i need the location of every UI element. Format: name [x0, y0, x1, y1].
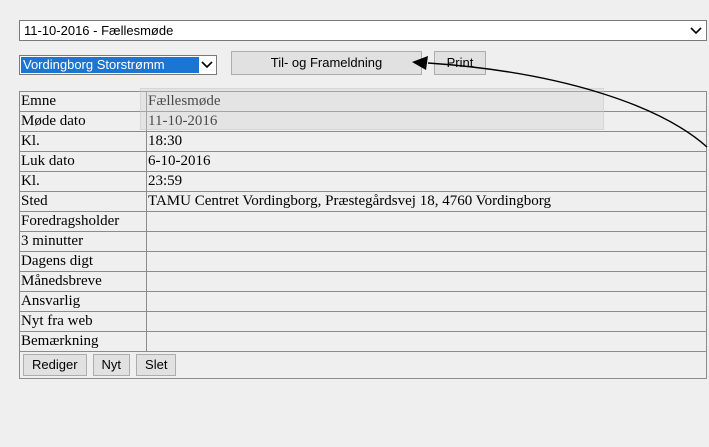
row-label: Kl.: [19, 131, 147, 152]
row-value: [146, 311, 707, 332]
row-label: Ansvarlig: [19, 291, 147, 312]
print-button[interactable]: Print: [434, 51, 486, 75]
table-row: Kl. 18:30: [19, 131, 707, 152]
row-label: Foredragsholder: [19, 211, 147, 232]
row-value: 18:30: [146, 131, 707, 152]
new-button[interactable]: Nyt: [92, 354, 131, 376]
row-label: 3 minutter: [19, 231, 147, 252]
location-select-value: Vordingborg Storstrømm: [21, 57, 199, 73]
row-label: Emne: [19, 91, 147, 112]
row-value: 6-10-2016: [146, 151, 707, 172]
table-row: Rediger Nyt Slet: [19, 351, 707, 379]
table-row: Nyt fra web: [19, 311, 707, 332]
row-label: Dagens digt: [19, 251, 147, 272]
edit-button[interactable]: Rediger: [23, 354, 87, 376]
table-row: Luk dato 6-10-2016: [19, 151, 707, 172]
table-row: Ansvarlig: [19, 291, 707, 312]
meeting-select[interactable]: 11-10-2016 - Fællesmøde: [19, 20, 707, 41]
row-value: TAMU Centret Vordingborg, Præstegårdsvej…: [146, 191, 707, 212]
row-label: Luk dato: [19, 151, 147, 172]
row-label: Bemærkning: [19, 331, 147, 352]
row-label: Kl.: [19, 171, 147, 192]
table-row: Månedsbreve: [19, 271, 707, 292]
table-row: Foredragsholder: [19, 211, 707, 232]
table-row: Bemærkning: [19, 331, 707, 352]
row-value: [146, 291, 707, 312]
row-value: [146, 251, 707, 272]
row-value: [146, 231, 707, 252]
table-row: 3 minutter: [19, 231, 707, 252]
table-row: Møde dato 11-10-2016: [19, 111, 707, 132]
meeting-select-value: 11-10-2016 - Fællesmøde: [24, 23, 174, 38]
chevron-down-icon: [199, 56, 215, 74]
meeting-details-table: Emne Fællesmøde Møde dato 11-10-2016 Kl.…: [19, 91, 707, 379]
table-row: Emne Fællesmøde: [19, 91, 707, 112]
table-row: Kl. 23:59: [19, 171, 707, 192]
row-value: Fællesmøde: [146, 91, 707, 112]
row-value: 11-10-2016: [146, 111, 707, 132]
row-label: Møde dato: [19, 111, 147, 132]
row-value: [146, 271, 707, 292]
action-bar: Rediger Nyt Slet: [19, 351, 707, 379]
row-value: [146, 331, 707, 352]
row-label: Sted: [19, 191, 147, 212]
delete-button[interactable]: Slet: [136, 354, 177, 376]
row-value: 23:59: [146, 171, 707, 192]
row-value: [146, 211, 707, 232]
row-label: Nyt fra web: [19, 311, 147, 332]
location-select[interactable]: Vordingborg Storstrømm: [19, 55, 217, 75]
table-row: Sted TAMU Centret Vordingborg, Præstegår…: [19, 191, 707, 212]
row-label: Månedsbreve: [19, 271, 147, 292]
table-row: Dagens digt: [19, 251, 707, 272]
chevron-down-icon: [688, 21, 704, 40]
til-frameldning-button[interactable]: Til- og Frameldning: [231, 51, 422, 75]
